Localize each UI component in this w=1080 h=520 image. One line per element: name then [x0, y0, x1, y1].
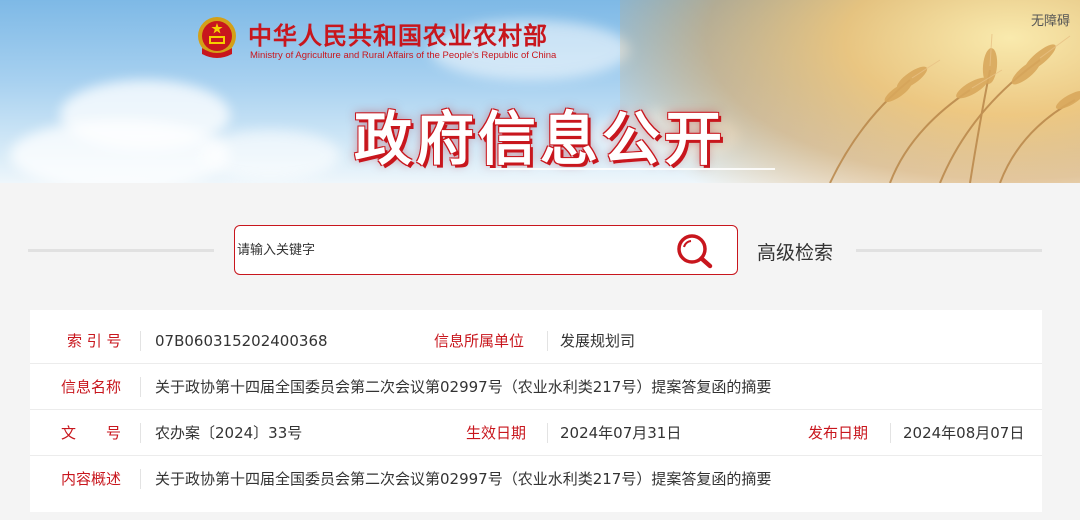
unit-label: 信息所属单位	[434, 332, 525, 350]
advanced-search-link[interactable]: 高级检索	[757, 238, 833, 265]
unit-value: 发展规划司	[560, 332, 636, 350]
info-row-doc: 文 号 农办案〔2024〕33号 生效日期 2024年07月31日 发布日期 2…	[30, 410, 1042, 456]
national-emblem-icon	[198, 17, 236, 58]
ministry-name-cn: 中华人民共和国农业农村部	[248, 21, 548, 50]
divider-left	[28, 249, 214, 252]
info-row-name: 信息名称 关于政协第十四届全国委员会第二次会议第02997号（农业水利类217号…	[30, 364, 1042, 410]
publish-date-label: 发布日期	[808, 424, 869, 442]
summary-label: 内容概述	[61, 470, 122, 488]
index-value: 07B060315202400368	[155, 332, 328, 350]
page-title: 政府信息公开	[353, 105, 726, 173]
divider	[547, 423, 548, 443]
accessibility-link[interactable]: 无障碍	[1031, 10, 1070, 29]
title-underline	[490, 168, 775, 170]
info-panel: 索 引 号 07B060315202400368 信息所属单位 发展规划司 信息…	[30, 310, 1042, 512]
index-label: 索 引 号	[67, 332, 122, 350]
header-banner: 中华人民共和国农业农村部 Ministry of Agriculture and…	[0, 0, 1080, 183]
effective-date-value: 2024年07月31日	[560, 424, 682, 442]
divider	[140, 377, 141, 397]
publish-date-value: 2024年08月07日	[903, 424, 1025, 442]
divider	[890, 423, 891, 443]
effective-date-label: 生效日期	[466, 424, 527, 442]
doc-number-value: 农办案〔2024〕33号	[155, 424, 303, 442]
ministry-name-en: Ministry of Agriculture and Rural Affair…	[250, 50, 557, 61]
summary-value: 关于政协第十四届全国委员会第二次会议第02997号（农业水利类217号）提案答复…	[155, 470, 772, 488]
name-label: 信息名称	[61, 378, 122, 396]
divider	[547, 331, 548, 351]
divider	[140, 423, 141, 443]
doc-number-label: 文 号	[61, 424, 122, 442]
search-box	[234, 225, 738, 275]
info-row-summary: 内容概述 关于政协第十四届全国委员会第二次会议第02997号（农业水利类217号…	[30, 456, 1042, 502]
divider	[140, 469, 141, 489]
info-row-index: 索 引 号 07B060315202400368 信息所属单位 发展规划司	[30, 318, 1042, 364]
search-section: 高级检索	[0, 183, 1080, 308]
search-icon[interactable]	[675, 232, 715, 270]
name-value: 关于政协第十四届全国委员会第二次会议第02997号（农业水利类217号）提案答复…	[155, 378, 772, 396]
divider-right	[856, 249, 1042, 252]
search-input[interactable]	[235, 226, 665, 274]
divider	[140, 331, 141, 351]
